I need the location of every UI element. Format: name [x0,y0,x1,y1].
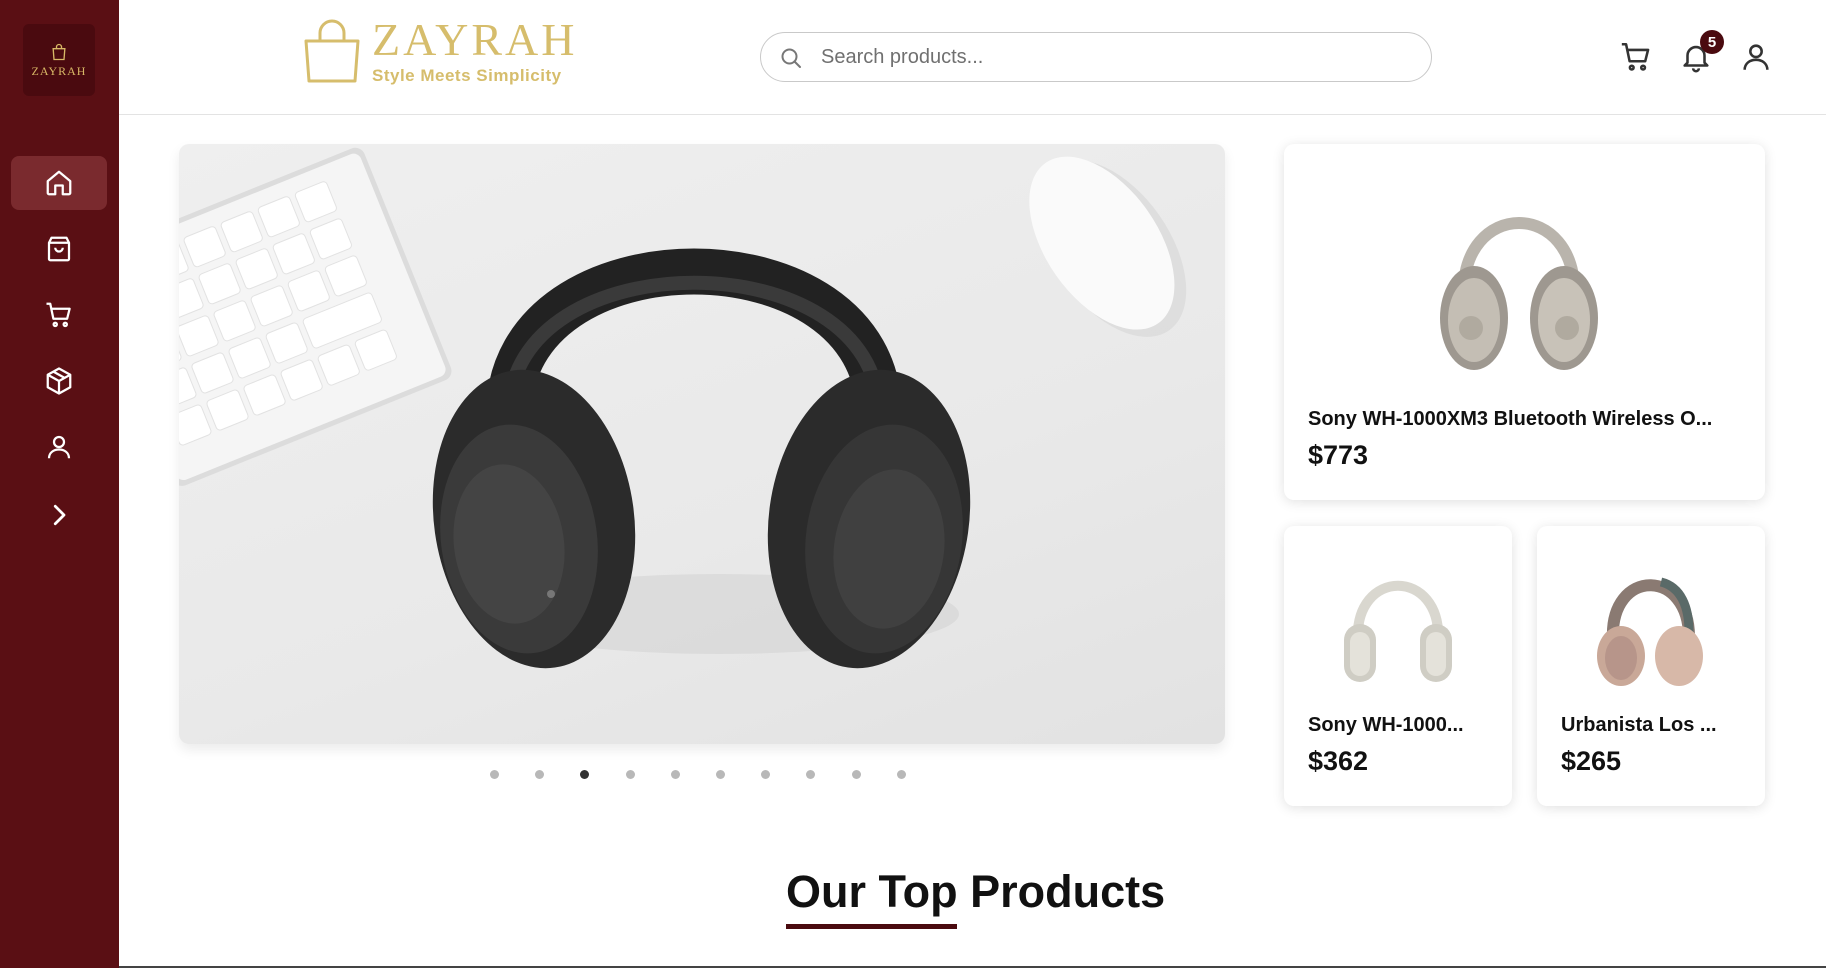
product-price: $773 [1308,440,1369,470]
cart-icon [46,302,71,328]
carousel-dot[interactable] [535,770,545,779]
top-header: ZAYRAH Style Meets Simplicity 5 [119,0,1826,115]
shopping-bag-icon [304,19,360,83]
product-price: $362 [1308,746,1369,776]
carousel-dot[interactable] [761,770,771,779]
brand-logo[interactable]: ZAYRAH Style Meets Simplicity [302,14,578,86]
user-icon [47,435,71,459]
cart-button[interactable] [1619,40,1653,74]
product-name: Sony WH-1000... [1308,714,1464,736]
carousel-dot[interactable] [896,770,906,779]
sidebar-item-products[interactable] [11,354,107,408]
carousel-dot[interactable] [806,770,816,779]
carousel-dot[interactable] [625,770,635,779]
headphones-image [179,147,1187,669]
sidebar-logo-text: ZAYRAH [31,63,87,78]
sidebar-item-cart[interactable] [11,288,107,342]
product-price: $265 [1561,746,1622,776]
product-card[interactable]: Sony WH-1000XM3 Bluetooth Wireless O... … [1284,144,1765,500]
box-icon [46,367,72,395]
section-title-underline [786,924,957,929]
search-input[interactable] [821,41,1411,73]
sidebar: ZAYRAH [0,0,119,968]
product-card[interactable]: Urbanista Los ... $265 [1537,526,1765,806]
sidebar-logo[interactable]: ZAYRAH [23,24,95,96]
chevron-right-icon [53,504,66,526]
section-title: Our Top Products [786,866,1166,917]
brand-name: ZAYRAH [372,14,578,65]
product-image [1440,217,1598,370]
sidebar-item-profile[interactable] [11,420,107,474]
notification-badge: 5 [1700,30,1724,54]
sidebar-item-shop[interactable] [11,222,107,276]
product-name: Urbanista Los ... [1561,714,1717,736]
sidebar-item-home[interactable] [11,156,107,210]
user-icon [1743,44,1769,70]
carousel-dot[interactable] [716,770,725,779]
carousel-dot[interactable] [580,770,590,779]
account-button[interactable] [1739,40,1773,74]
hero-carousel-image[interactable] [179,144,1225,744]
carousel-dot[interactable] [670,770,680,779]
product-image [1597,577,1703,686]
product-image [1344,580,1452,682]
carousel-dot[interactable] [490,770,499,779]
shopping-bag-icon [47,236,71,262]
shopping-bag-icon [52,43,66,60]
search-bar [760,32,1432,82]
home-icon [46,170,72,196]
product-card[interactable]: Sony WH-1000... $362 [1284,526,1512,806]
carousel-dot[interactable] [851,770,861,779]
cart-icon [1621,42,1650,71]
brand-tagline: Style Meets Simplicity [372,66,562,85]
search-icon [781,48,801,68]
product-name: Sony WH-1000XM3 Bluetooth Wireless O... [1308,408,1713,430]
sidebar-item-expand[interactable] [11,488,107,542]
